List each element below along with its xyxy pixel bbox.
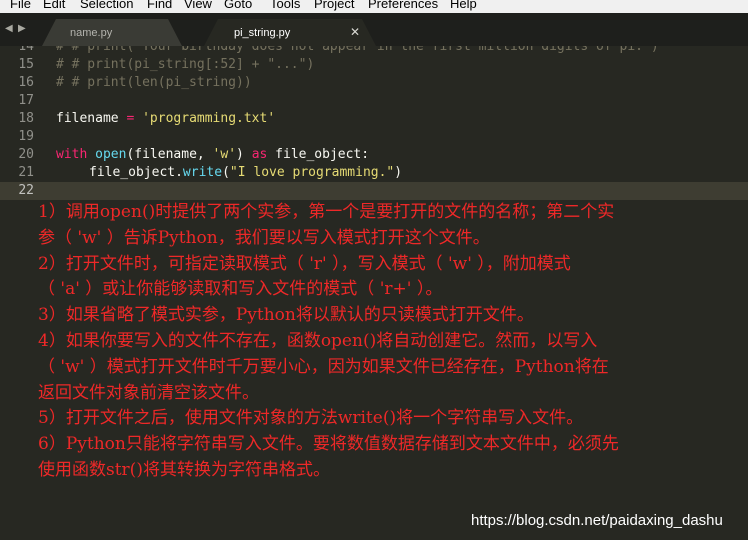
code-line[interactable]: 16 # # print(len(pi_string)) xyxy=(0,74,748,92)
tab-name-py[interactable]: name.py xyxy=(42,19,182,46)
line-number: 14 xyxy=(18,46,34,54)
code-text: # # print(pi_string[:52] + "...") xyxy=(56,56,314,74)
code-line[interactable]: 17 xyxy=(0,92,748,110)
tab-pi-string-py[interactable]: pi_string.py ✕ xyxy=(204,19,376,46)
annotation-line: 4）如果你要写入的文件不存在，函数open()将自动创建它。然而，以写入 xyxy=(38,331,598,351)
watermark: https://blog.csdn.net/paidaxing_dashu xyxy=(471,512,723,529)
code-line-current[interactable]: 22 xyxy=(0,182,748,200)
menu-item-tools[interactable]: Tools xyxy=(270,0,300,11)
tab-label: pi_string.py xyxy=(234,27,291,39)
code-token: "I love programming." xyxy=(229,165,395,180)
menu-item-help[interactable]: Help xyxy=(450,0,477,11)
code-token: # # print(pi_string[:52] + "...") xyxy=(56,57,315,72)
line-number: 16 xyxy=(18,75,34,90)
code-token: write xyxy=(182,165,223,180)
menu-item-find[interactable]: Find xyxy=(147,0,172,11)
menu-item-preferences[interactable]: Preferences xyxy=(368,0,438,11)
code-token: # # print(len(pi_string)) xyxy=(56,75,252,90)
code-line[interactable]: 19 xyxy=(0,128,748,146)
code-token: ) xyxy=(394,165,403,180)
code-token: with xyxy=(56,147,88,162)
tab-bar: ◀ ▶ name.py pi_string.py ✕ xyxy=(0,13,748,46)
code-token: filename xyxy=(56,111,127,126)
line-number: 21 xyxy=(18,165,34,180)
menu-item-edit[interactable]: Edit xyxy=(43,0,65,11)
annotation-line: 使用函数str()将其转换为字符串格式。 xyxy=(38,460,330,480)
code-text: # # print("Your birthday does not appear… xyxy=(56,46,659,56)
annotation-line: （ 'a' ）或让你能够读取和写入文件的模式（ 'r+' ）。 xyxy=(38,279,443,300)
code-line[interactable]: 18 filename = 'programming.txt' xyxy=(0,110,748,128)
menu-bar: File Edit Selection Find View Goto Tools Projec… xyxy=(0,0,748,13)
annotation-line: 5）打开文件之后，使用文件对象的方法write()将一个字符串写入文件。 xyxy=(38,408,584,429)
annotation-line: 6）Python只能将字符串写入文件。要将数值数据存储到文本文件中，必须先 xyxy=(38,434,619,455)
code-token: file_object: xyxy=(267,147,370,162)
menu-item-view[interactable]: View xyxy=(184,0,212,11)
code-token: ( xyxy=(222,165,230,180)
menu-item-selection[interactable]: Selection xyxy=(80,0,133,11)
line-number: 17 xyxy=(18,93,34,108)
line-number: 19 xyxy=(18,129,34,144)
close-icon[interactable]: ✕ xyxy=(350,25,360,39)
annotation-line: 参（ 'w' ）告诉Python，我们要以写入模式打开这个文件。 xyxy=(38,227,490,248)
code-text: filename = 'programming.txt' xyxy=(56,110,275,128)
line-number: 18 xyxy=(18,111,34,126)
code-line[interactable]: 20 with open(filename, 'w') as file_objec… xyxy=(0,146,748,164)
code-token: open xyxy=(95,147,127,162)
menu-item-file[interactable]: File xyxy=(10,0,31,11)
annotation-line: 返回文件对象前清空该文件。 xyxy=(38,382,259,403)
code-line[interactable]: 15 # # print(pi_string[:52] + "...") xyxy=(0,56,748,74)
line-number: 22 xyxy=(18,183,34,198)
tab-back-icon[interactable]: ◀ xyxy=(5,23,13,34)
tab-label: name.py xyxy=(70,27,113,39)
code-text: file_object.write("I love programming.") xyxy=(89,164,402,182)
code-token: 'programming.txt' xyxy=(142,111,276,126)
annotation-line: 2）打开文件时，可指定读取模式（ 'r' ），写入模式（ 'w' ），附加模式 xyxy=(38,253,571,274)
code-editor[interactable]: 14 # # print("Your birthday does not appe… xyxy=(0,46,748,540)
annotation-line: 1）调用open()时提供了两个实参，第一个是要打开的文件的名称；第二个实 xyxy=(38,202,615,222)
annotation-line: 3）如果省略了模式实参，Python将以默认的只读模式打开文件。 xyxy=(38,305,534,326)
code-line[interactable]: 21 file_object.write("I love programming.… xyxy=(0,164,748,182)
line-number: 20 xyxy=(18,147,34,162)
code-token: 'w' xyxy=(212,147,237,162)
line-number: 15 xyxy=(18,57,34,72)
tab-forward-icon[interactable]: ▶ xyxy=(18,23,26,34)
code-text: # # print(len(pi_string)) xyxy=(56,74,252,92)
code-line[interactable]: 14 # # print("Your birthday does not appe… xyxy=(0,46,748,56)
code-token: file_object. xyxy=(89,165,183,180)
code-token: ) xyxy=(236,147,252,162)
code-token: # # print("Your birthday does not appear… xyxy=(56,46,659,54)
menu-item-goto[interactable]: Goto xyxy=(224,0,252,11)
menu-item-project[interactable]: Project xyxy=(314,0,354,11)
code-text: with open(filename, 'w') as file_object: xyxy=(56,146,369,164)
code-token: (filename, xyxy=(126,147,213,162)
annotation-line: （ 'w' ）模式打开文件时千万要小心，因为如果文件已经存在，Python将在 xyxy=(38,356,609,377)
code-token: as xyxy=(251,147,268,162)
